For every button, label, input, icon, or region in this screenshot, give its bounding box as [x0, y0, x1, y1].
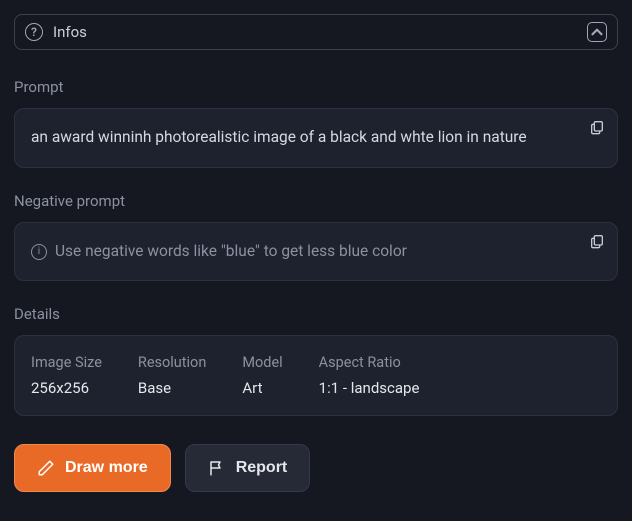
- detail-label: Model: [242, 354, 282, 371]
- copy-negative-prompt-button[interactable]: [589, 233, 605, 249]
- negative-prompt-section: Negative prompt i Use negative words lik…: [14, 192, 618, 282]
- prompt-section: Prompt an award winninh photorealistic i…: [14, 78, 618, 168]
- report-button[interactable]: Report: [185, 444, 311, 492]
- detail-value: Base: [138, 379, 206, 397]
- flag-icon: [208, 459, 226, 477]
- detail-image-size: Image Size 256x256: [31, 354, 102, 397]
- info-icon: i: [31, 244, 47, 260]
- detail-aspect-ratio: Aspect Ratio 1:1 - landscape: [319, 354, 420, 397]
- prompt-value-card: an award winninh photorealistic image of…: [14, 108, 618, 168]
- negative-prompt-placeholder: Use negative words like "blue" to get le…: [55, 241, 407, 263]
- copy-icon: [589, 119, 605, 135]
- details-grid: Image Size 256x256 Resolution Base Model…: [14, 335, 618, 416]
- detail-value: 1:1 - landscape: [319, 379, 420, 397]
- panel-header-left: ? Infos: [25, 23, 87, 41]
- detail-model: Model Art: [242, 354, 282, 397]
- details-label: Details: [14, 305, 618, 323]
- negative-prompt-card: i Use negative words like "blue" to get …: [14, 222, 618, 282]
- pencil-icon: [37, 459, 55, 477]
- detail-label: Image Size: [31, 354, 102, 371]
- detail-value: 256x256: [31, 379, 102, 397]
- detail-resolution: Resolution Base: [138, 354, 206, 397]
- negative-prompt-label: Negative prompt: [14, 192, 618, 210]
- draw-more-button[interactable]: Draw more: [14, 444, 171, 492]
- actions-row: Draw more Report: [14, 444, 618, 492]
- copy-prompt-button[interactable]: [589, 119, 605, 135]
- collapse-button[interactable]: [587, 22, 607, 42]
- detail-label: Resolution: [138, 354, 206, 371]
- detail-label: Aspect Ratio: [319, 354, 420, 371]
- detail-value: Art: [242, 379, 282, 397]
- draw-more-label: Draw more: [65, 459, 148, 477]
- report-label: Report: [236, 459, 288, 477]
- help-icon: ?: [25, 23, 43, 41]
- details-section: Details Image Size 256x256 Resolution Ba…: [14, 305, 618, 416]
- infos-panel-header[interactable]: ? Infos: [14, 14, 618, 50]
- copy-icon: [589, 233, 605, 249]
- prompt-label: Prompt: [14, 78, 618, 96]
- panel-title: Infos: [53, 23, 87, 41]
- chevron-up-icon: [588, 23, 606, 41]
- prompt-text: an award winninh photorealistic image of…: [31, 128, 527, 146]
